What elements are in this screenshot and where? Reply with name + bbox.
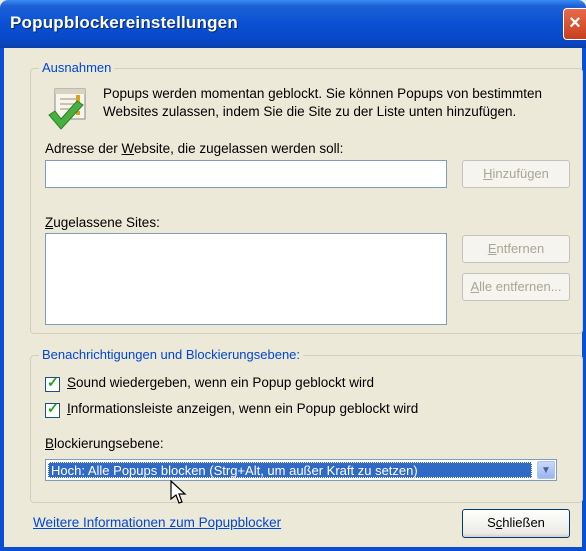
exceptions-legend: Ausnahmen <box>39 60 115 75</box>
checkmark-icon: ✓ <box>47 374 59 390</box>
remove-button[interactable]: Entfernen <box>462 235 570 263</box>
exceptions-description: Popups werden momentan geblockt. Sie kön… <box>103 86 543 119</box>
more-info-link[interactable]: Weitere Informationen zum Popupblocker <box>33 515 281 530</box>
notifications-group: Benachrichtigungen und Blockierungsebene… <box>30 347 583 503</box>
allowed-sites-label: Zugelassene Sites: <box>45 215 160 230</box>
checkmark-icon: ✓ <box>47 400 59 416</box>
allowed-sites-list[interactable] <box>45 233 447 325</box>
blocking-level-label: Blockierungsebene: <box>45 436 164 451</box>
popup-warning-icon <box>48 88 86 130</box>
add-button[interactable]: Hinzufügen <box>462 160 570 188</box>
window-frame-left <box>0 48 4 551</box>
infobar-checkbox-label[interactable]: Informationsleiste anzeigen, wenn ein Po… <box>67 401 418 416</box>
mouse-pointer-icon <box>170 480 187 504</box>
chevron-down-icon[interactable]: ▼ <box>537 461 555 479</box>
close-button[interactable]: Schließen <box>462 509 570 538</box>
blocking-level-select[interactable]: Hoch: Alle Popups blocken (Strg+Alt, um … <box>45 459 557 481</box>
title-bar[interactable]: Popupblockereinstellungen × <box>0 0 586 48</box>
infobar-checkbox[interactable]: ✓ <box>45 400 60 418</box>
window-title: Popupblockereinstellungen <box>10 13 238 32</box>
exceptions-group: Ausnahmen Popups werden momentan geblock… <box>30 60 583 334</box>
sound-checkbox-label[interactable]: Sound wiedergeben, wenn ein Popup gebloc… <box>67 375 374 390</box>
close-window-button[interactable]: × <box>563 8 586 40</box>
notifications-legend: Benachrichtigungen und Blockierungsebene… <box>39 347 304 362</box>
window-frame-bottom <box>0 547 586 551</box>
remove-all-button[interactable]: Alle entfernen... <box>462 273 570 301</box>
sound-checkbox[interactable]: ✓ <box>45 374 60 392</box>
website-address-label: Adresse der Website, die zugelassen werd… <box>45 141 344 156</box>
blocking-level-value: Hoch: Alle Popups blocken (Strg+Alt, um … <box>48 462 532 478</box>
website-address-input[interactable] <box>45 160 447 188</box>
popup-blocker-dialog: Popupblockereinstellungen × Ausnahmen Po… <box>0 0 586 551</box>
